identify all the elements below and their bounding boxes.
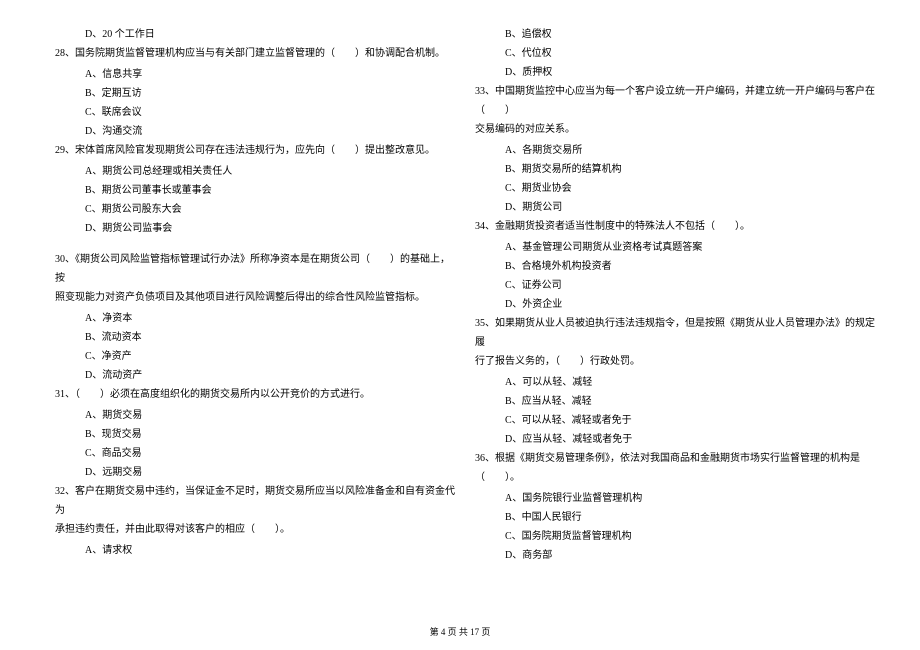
- q33-option-b: B、期货交易所的结算机构: [475, 160, 875, 179]
- q29-option-c: C、期货公司股东大会: [55, 200, 455, 219]
- q33-option-a: A、各期货交易所: [475, 141, 875, 160]
- document-page: D、20 个工作日 28、国务院期货监督管理机构应当与有关部门建立监督管理的（ …: [0, 0, 920, 595]
- q29-text: 29、宋体首席风险官发现期货公司存在违法违规行为，应先向（ ）提出整改意见。: [55, 141, 455, 160]
- q30-option-b: B、流动资本: [55, 328, 455, 347]
- q36-option-a: A、国务院银行业监督管理机构: [475, 489, 875, 508]
- q35-option-b: B、应当从轻、减轻: [475, 392, 875, 411]
- q30-text: 30、《期货公司风险监管指标管理试行办法》所称净资本是在期货公司（ ）的基础上，…: [55, 250, 455, 288]
- q31-option-c: C、商品交易: [55, 444, 455, 463]
- q32-option-b: B、追偿权: [475, 25, 875, 44]
- q35-option-c: C、可以从轻、减轻或者免于: [475, 411, 875, 430]
- q33-option-d: D、期货公司: [475, 198, 875, 217]
- q30-option-a: A、净资本: [55, 309, 455, 328]
- q28-option-a: A、信息共享: [55, 65, 455, 84]
- q35-option-a: A、可以从轻、减轻: [475, 373, 875, 392]
- q34-option-b: B、合格境外机构投资者: [475, 257, 875, 276]
- question-34: 34、金融期货投资者适当性制度中的特殊法人不包括（ ）。: [475, 217, 875, 236]
- q32-text: 32、客户在期货交易中违约，当保证金不足时，期货交易所应当以风险准备金和自有资金…: [55, 482, 455, 520]
- q30-text2: 照变现能力对资产负债项目及其他项目进行风险调整后得出的综合性风险监管指标。: [55, 288, 455, 307]
- q28-option-b: B、定期互访: [55, 84, 455, 103]
- q31-text: 31、（ ）必须在高度组织化的期货交易所内以公开竞价的方式进行。: [55, 385, 455, 404]
- q33-text2: 交易编码的对应关系。: [475, 120, 875, 139]
- right-column: B、追偿权 C、代位权 D、质押权 33、中国期货监控中心应当为每一个客户设立统…: [475, 25, 875, 565]
- left-column: D、20 个工作日 28、国务院期货监督管理机构应当与有关部门建立监督管理的（ …: [55, 25, 455, 565]
- question-28: 28、国务院期货监督管理机构应当与有关部门建立监督管理的（ ）和协调配合机制。: [55, 44, 455, 63]
- q35-text2: 行了报告义务的，（ ）行政处罚。: [475, 352, 875, 371]
- q32-option-a: A、请求权: [55, 541, 455, 560]
- q30-option-d: D、流动资产: [55, 366, 455, 385]
- page-footer: 第 4 页 共 17 页: [0, 625, 920, 638]
- q28-text: 28、国务院期货监督管理机构应当与有关部门建立监督管理的（ ）和协调配合机制。: [55, 44, 455, 63]
- question-31: 31、（ ）必须在高度组织化的期货交易所内以公开竞价的方式进行。: [55, 385, 455, 404]
- q34-text: 34、金融期货投资者适当性制度中的特殊法人不包括（ ）。: [475, 217, 875, 236]
- q27-option-d: D、20 个工作日: [55, 25, 455, 44]
- q29-option-a: A、期货公司总经理或相关责任人: [55, 162, 455, 181]
- q36-option-b: B、中国人民银行: [475, 508, 875, 527]
- question-35: 35、如果期货从业人员被迫执行违法违规指令，但是按照《期货从业人员管理办法》的规…: [475, 314, 875, 371]
- question-29: 29、宋体首席风险官发现期货公司存在违法违规行为，应先向（ ）提出整改意见。: [55, 141, 455, 160]
- q33-option-c: C、期货业协会: [475, 179, 875, 198]
- q35-option-d: D、应当从轻、减轻或者免于: [475, 430, 875, 449]
- q29-option-b: B、期货公司董事长或董事会: [55, 181, 455, 200]
- q36-text2: （ ）。: [475, 468, 875, 487]
- q33-text: 33、中国期货监控中心应当为每一个客户设立统一开户编码，并建立统一开户编码与客户…: [475, 82, 875, 120]
- question-32: 32、客户在期货交易中违约，当保证金不足时，期货交易所应当以风险准备金和自有资金…: [55, 482, 455, 539]
- spacer: [55, 238, 455, 250]
- q28-option-d: D、沟通交流: [55, 122, 455, 141]
- question-36: 36、根据《期货交易管理条例》，依法对我国商品和金融期货市场实行监督管理的机构是…: [475, 449, 875, 487]
- q32-text2: 承担违约责任，并由此取得对该客户的相应（ ）。: [55, 520, 455, 539]
- q34-option-c: C、证券公司: [475, 276, 875, 295]
- q31-option-a: A、期货交易: [55, 406, 455, 425]
- q35-text: 35、如果期货从业人员被迫执行违法违规指令，但是按照《期货从业人员管理办法》的规…: [475, 314, 875, 352]
- q32-option-c: C、代位权: [475, 44, 875, 63]
- q28-option-c: C、联席会议: [55, 103, 455, 122]
- q32-option-d: D、质押权: [475, 63, 875, 82]
- q31-option-b: B、现货交易: [55, 425, 455, 444]
- q34-option-a: A、基金管理公司期货从业资格考试真题答案: [475, 238, 875, 257]
- q36-option-c: C、国务院期货监督管理机构: [475, 527, 875, 546]
- q30-option-c: C、净资产: [55, 347, 455, 366]
- q36-option-d: D、商务部: [475, 546, 875, 565]
- q36-text: 36、根据《期货交易管理条例》，依法对我国商品和金融期货市场实行监督管理的机构是: [475, 449, 875, 468]
- question-33: 33、中国期货监控中心应当为每一个客户设立统一开户编码，并建立统一开户编码与客户…: [475, 82, 875, 139]
- q34-option-d: D、外资企业: [475, 295, 875, 314]
- q31-option-d: D、远期交易: [55, 463, 455, 482]
- q29-option-d: D、期货公司监事会: [55, 219, 455, 238]
- question-30: 30、《期货公司风险监管指标管理试行办法》所称净资本是在期货公司（ ）的基础上，…: [55, 250, 455, 307]
